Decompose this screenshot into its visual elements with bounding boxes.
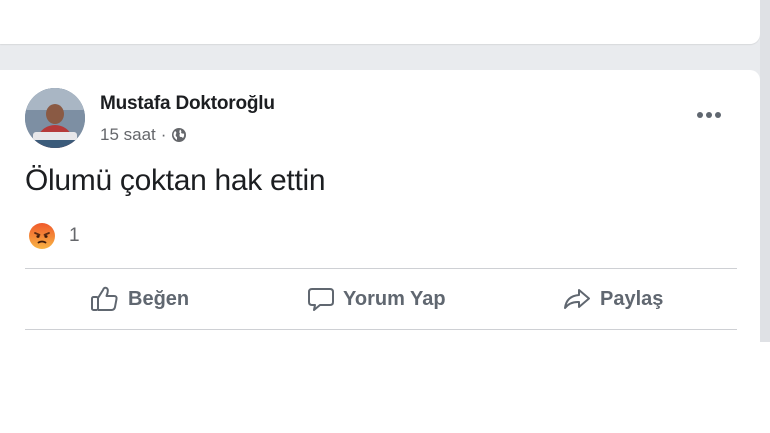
post-card: Mustafa Doktoroğlu 15 saat · Ölumü çokta… [0,70,760,342]
share-arrow-icon [564,289,590,309]
actions-divider-top [25,268,737,269]
meta-separator: · [160,125,167,144]
reaction-count: 1 [69,225,80,246]
comment-label: Yorum Yap [343,287,446,310]
avatar[interactable] [25,88,85,148]
comment-bubble-icon [308,288,334,311]
globe-icon[interactable] [171,127,187,143]
post-timestamp[interactable]: 15 saat [100,125,156,145]
page-scroll-edge [760,0,770,342]
share-button[interactable]: Paylaş [562,278,663,320]
comment-button[interactable]: Yorum Yap [307,278,446,320]
actions-divider-bottom [25,329,737,330]
previous-post-card [0,0,760,44]
share-label: Paylaş [600,287,664,310]
post-text: Ölumü çoktan hak ettin [25,164,326,197]
like-button[interactable]: Beğen [90,278,189,320]
reaction-summary[interactable]: 1 [28,222,80,250]
avatar-photo [25,88,85,148]
like-label: Beğen [128,287,190,310]
thumbs-up-icon [91,286,118,311]
author-name[interactable]: Mustafa Doktoroğlu [100,93,275,115]
more-options-icon[interactable] [694,106,724,124]
angry-reaction-icon [29,223,55,249]
post-meta: 15 saat · [100,125,187,145]
